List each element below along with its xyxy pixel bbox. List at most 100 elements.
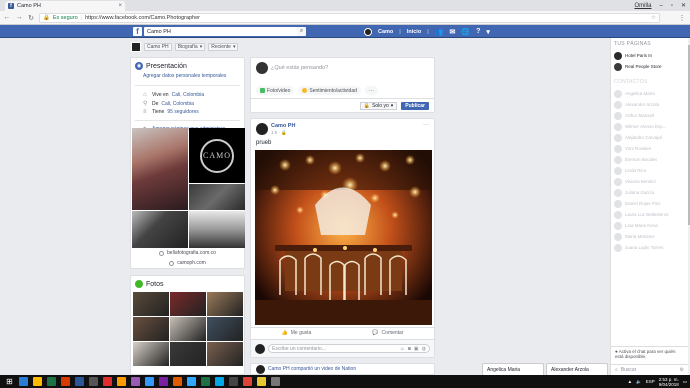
featured-photo[interactable]: [132, 128, 188, 210]
post-photo[interactable]: [255, 150, 432, 325]
reload-icon[interactable]: ↻: [27, 14, 35, 22]
docked-chat-tab[interactable]: Angelica Maria: [482, 363, 544, 375]
bookmark-star-icon[interactable]: ☆: [651, 15, 656, 21]
post-header-text[interactable]: Camo PH compartió un video de Nation: [268, 366, 356, 372]
post-author-avatar[interactable]: [256, 123, 268, 135]
page-avatar[interactable]: [131, 41, 141, 52]
website-link[interactable]: camoph.com: [131, 258, 244, 268]
url-input[interactable]: 🔒 Es seguro | https://www.facebook.com/C…: [39, 12, 660, 23]
notifications-center-icon[interactable]: ▭: [683, 379, 687, 385]
from-city-link[interactable]: Cali, Colombia: [161, 101, 194, 107]
volume-icon[interactable]: 🔈: [636, 379, 642, 385]
taskbar-app-icon[interactable]: [19, 377, 28, 386]
contact-item[interactable]: Laura Luz Ballesteros: [611, 209, 688, 220]
comment-button[interactable]: 💬 Comentar: [372, 330, 403, 336]
taskbar-app-icon[interactable]: [117, 377, 126, 386]
taskbar-app-icon[interactable]: [47, 377, 56, 386]
clock[interactable]: 2:53 p. m. 9/04/2018: [659, 377, 679, 387]
taskbar-app-icon[interactable]: [229, 377, 238, 386]
taskbar-app-icon[interactable]: [201, 377, 210, 386]
search-icon[interactable]: ⌕: [297, 27, 306, 36]
taskbar-app-icon[interactable]: [75, 377, 84, 386]
feeling-button[interactable]: Sentimiento/actividad: [298, 86, 361, 95]
camera-icon[interactable]: ◙: [408, 346, 411, 352]
recent-dropdown[interactable]: Reciente ▾: [208, 42, 239, 51]
photo-thumbnail[interactable]: [170, 342, 206, 366]
photo-thumbnail[interactable]: [207, 342, 243, 366]
sticker-icon[interactable]: ◍: [422, 346, 426, 352]
photos-header[interactable]: Fotos: [131, 276, 244, 292]
contact-item[interactable]: Everton Bocalet: [611, 154, 688, 165]
taskbar-app-icon[interactable]: [89, 377, 98, 386]
photo-thumbnail[interactable]: [133, 342, 169, 366]
contact-item[interactable]: Alexander Arzola: [611, 99, 688, 110]
page-name-button[interactable]: Camo PH: [144, 42, 172, 51]
contact-item[interactable]: Juliana García: [611, 187, 688, 198]
minimize-icon[interactable]: –: [659, 3, 662, 9]
contact-item[interactable]: Linda Rico: [611, 165, 688, 176]
featured-photo[interactable]: CAMO: [189, 128, 245, 183]
facebook-logo-icon[interactable]: f: [133, 27, 142, 36]
notifications-icon[interactable]: 🌐: [461, 28, 470, 36]
contact-item[interactable]: Alejandro Carvajal: [611, 132, 688, 143]
user-name-link[interactable]: Camo: [378, 29, 393, 35]
taskbar-app-icon[interactable]: [61, 377, 70, 386]
taskbar-app-icon[interactable]: [243, 377, 252, 386]
taskbar-app-icon[interactable]: [159, 377, 168, 386]
privacy-selector[interactable]: 🔒 Solo yo ▾: [359, 101, 398, 110]
close-window-icon[interactable]: ✕: [681, 2, 686, 9]
help-icon[interactable]: ?: [476, 28, 480, 35]
contact-item[interactable]: Lina Maria Nova: [611, 220, 688, 231]
contact-item[interactable]: Angelica Maria: [611, 88, 688, 99]
gif-icon[interactable]: ▣: [414, 346, 419, 352]
featured-photo[interactable]: [132, 211, 188, 248]
contact-item[interactable]: Viviana Benitez: [611, 176, 688, 187]
followers-link[interactable]: 95 seguidores: [167, 109, 198, 115]
contact-item[interactable]: Arthur Mansell: [611, 110, 688, 121]
facebook-search-input[interactable]: Camo PH: [144, 27, 304, 36]
friend-requests-icon[interactable]: 👥: [435, 28, 444, 36]
browser-tab[interactable]: f Camo PH ×: [5, 1, 125, 11]
publish-button[interactable]: Publicar: [401, 101, 429, 110]
featured-photo[interactable]: [189, 184, 245, 210]
post-timestamp[interactable]: 1 h · 🔒: [271, 130, 287, 136]
lives-city-link[interactable]: Cali, Colombia: [172, 92, 205, 98]
tab-close-icon[interactable]: ×: [118, 3, 122, 9]
back-icon[interactable]: ←: [3, 14, 11, 21]
contact-item[interactable]: Yoni Rosales: [611, 143, 688, 154]
photo-thumbnail[interactable]: [207, 292, 243, 316]
network-icon[interactable]: ▲: [628, 379, 632, 384]
taskbar-app-icon[interactable]: [187, 377, 196, 386]
comment-input[interactable]: Escribe un comentario... ☺ ◙ ▣ ◍: [268, 344, 430, 353]
account-menu-icon[interactable]: ▾: [486, 28, 490, 36]
post-author-avatar[interactable]: [256, 364, 265, 374]
messages-icon[interactable]: ✉: [449, 28, 455, 36]
chat-off-notice[interactable]: ● Activa el chat para ver quién está dis…: [611, 346, 688, 361]
home-link[interactable]: Inicio: [407, 29, 421, 35]
post-author-name[interactable]: Camo PH: [271, 123, 295, 129]
taskbar-app-icon[interactable]: [215, 377, 224, 386]
biography-dropdown[interactable]: Biografía ▾: [174, 42, 206, 51]
chat-search-input[interactable]: ⌕ Buscar ⚙: [611, 364, 688, 374]
chat-settings-icon[interactable]: ⚙: [680, 367, 684, 373]
page-item[interactable]: Hotel Paris In: [611, 50, 688, 61]
language-indicator[interactable]: ESP: [646, 379, 655, 384]
taskbar-app-icon[interactable]: [131, 377, 140, 386]
contact-item[interactable]: Juana Luján Torres: [611, 242, 688, 253]
taskbar-app-icon[interactable]: [33, 377, 42, 386]
photo-video-button[interactable]: Foto/video: [256, 86, 295, 95]
taskbar-app-icon[interactable]: [103, 377, 112, 386]
photo-thumbnail[interactable]: [170, 317, 206, 341]
profile-name[interactable]: Omilla: [634, 3, 651, 9]
contact-item[interactable]: Maria Martinez: [611, 231, 688, 242]
docked-chat-tab[interactable]: Alexander Arzola: [546, 363, 608, 375]
add-details-link[interactable]: Agregar datos personales temporales: [131, 72, 244, 80]
photo-thumbnail[interactable]: [133, 317, 169, 341]
photo-thumbnail[interactable]: [207, 317, 243, 341]
user-avatar[interactable]: [364, 27, 372, 36]
emoji-icon[interactable]: ☺: [400, 346, 405, 352]
windows-start-icon[interactable]: ⊞: [5, 377, 14, 386]
taskbar-app-icon[interactable]: [145, 377, 154, 386]
taskbar-app-icon[interactable]: [271, 377, 280, 386]
contact-item[interactable]: Daniel Rojas Pinz: [611, 198, 688, 209]
